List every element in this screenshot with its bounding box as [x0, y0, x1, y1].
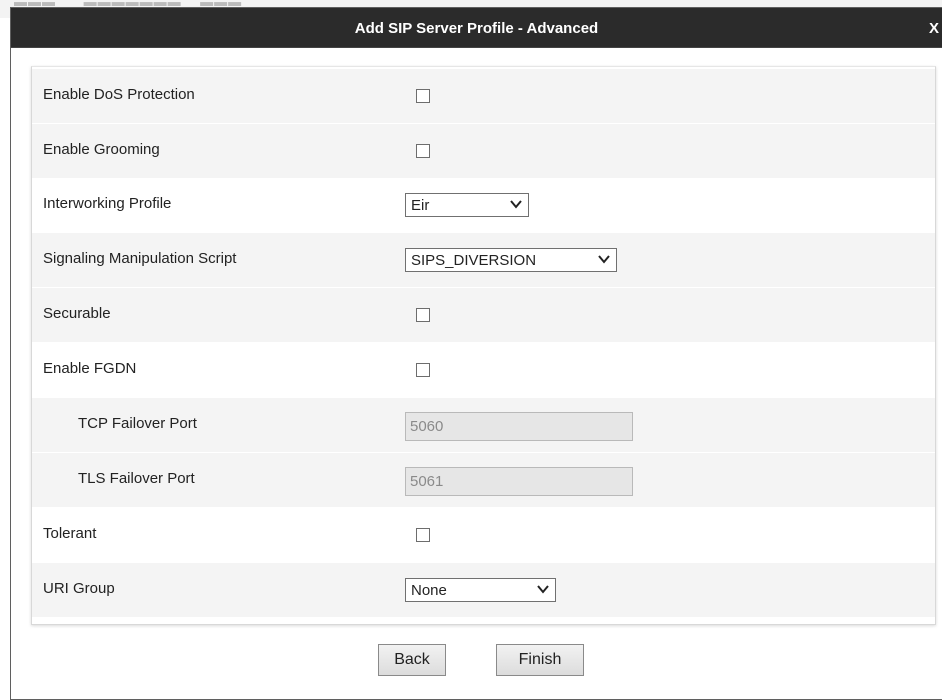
row-signaling-manipulation-script: Signaling Manipulation Script SIPS_DIVER…: [32, 233, 935, 287]
checkbox-securable[interactable]: [416, 308, 430, 322]
row-tolerant: Tolerant: [32, 508, 935, 562]
chevron-down-icon: [597, 252, 611, 266]
label-enable-dos-protection: Enable DoS Protection: [43, 86, 195, 103]
dialog-title: Add SIP Server Profile - Advanced: [354, 20, 599, 37]
row-enable-grooming: Enable Grooming: [32, 124, 935, 178]
advanced-settings-panel: Enable DoS Protection Enable Grooming In…: [31, 66, 936, 625]
row-uri-group: URI Group None: [32, 563, 935, 617]
label-securable: Securable: [43, 305, 111, 322]
select-signaling-manipulation-script-value: SIPS_DIVERSION: [411, 251, 537, 269]
select-interworking-profile[interactable]: Eir: [405, 193, 529, 217]
row-securable: Securable: [32, 288, 935, 342]
row-enable-fgdn: Enable FGDN: [32, 343, 935, 397]
sip-server-profile-dialog: Add SIP Server Profile - Advanced X Enab…: [10, 7, 942, 700]
label-tolerant: Tolerant: [43, 525, 97, 542]
row-interworking-profile: Interworking Profile Eir: [32, 178, 935, 232]
select-uri-group-value: None: [411, 581, 447, 599]
row-tcp-failover-port: TCP Failover Port 5060: [32, 398, 935, 452]
label-signaling-manipulation-script: Signaling Manipulation Script: [43, 250, 237, 267]
chevron-down-icon: [536, 582, 550, 596]
select-uri-group[interactable]: None: [405, 578, 556, 602]
row-enable-dos-protection: Enable DoS Protection: [32, 69, 935, 123]
row-tls-failover-port: TLS Failover Port 5061: [32, 453, 935, 507]
input-tls-failover-port[interactable]: 5061: [405, 467, 633, 496]
select-signaling-manipulation-script[interactable]: SIPS_DIVERSION: [405, 248, 617, 272]
checkbox-enable-grooming[interactable]: [416, 144, 430, 158]
chevron-down-icon: [509, 197, 523, 211]
close-button[interactable]: X: [929, 20, 939, 37]
label-uri-group: URI Group: [43, 580, 115, 597]
dialog-titlebar: Add SIP Server Profile - Advanced X: [11, 8, 942, 48]
back-button[interactable]: Back: [378, 644, 446, 676]
input-tcp-failover-port[interactable]: 5060: [405, 412, 633, 441]
checkbox-tolerant[interactable]: [416, 528, 430, 542]
label-tls-failover-port: TLS Failover Port: [78, 470, 195, 487]
label-enable-grooming: Enable Grooming: [43, 141, 160, 158]
finish-button[interactable]: Finish: [496, 644, 584, 676]
label-tcp-failover-port: TCP Failover Port: [78, 415, 197, 432]
label-interworking-profile: Interworking Profile: [43, 195, 172, 212]
checkbox-enable-fgdn[interactable]: [416, 363, 430, 377]
checkbox-enable-dos-protection[interactable]: [416, 89, 430, 103]
label-enable-fgdn: Enable FGDN: [43, 360, 137, 377]
select-interworking-profile-value: Eir: [411, 196, 430, 214]
